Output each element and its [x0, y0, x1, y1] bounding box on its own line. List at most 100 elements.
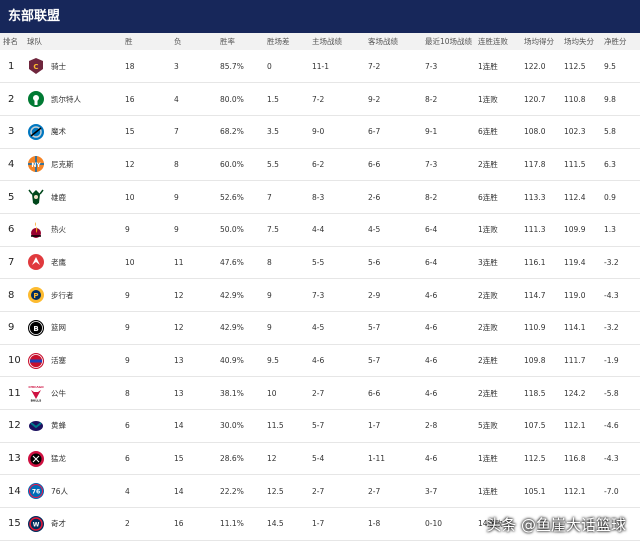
team-cell[interactable]: W 奇才 [27, 508, 125, 541]
table-row[interactable]: 2 凯尔特人 16 4 80.0% 1.5 7-2 9-2 8-2 1连败 120.7 110.8 9.… [0, 83, 640, 116]
oppg-cell: 111.7 [564, 356, 586, 366]
rank-cell: 9 [8, 322, 15, 334]
team-cell[interactable]: P 步行者 [27, 279, 125, 312]
games-behind-cell: 1.5 [267, 94, 279, 104]
table-row[interactable]: 4 NY 尼克斯 12 8 60.0% 5.5 6-2 6-6 7-3 2连胜 117.8 111.5 6… [0, 148, 640, 181]
table-row[interactable]: 14 76 76人 4 14 22.2% 12.5 2-7 2-7 3-7 1连胜 105.1 112.… [0, 475, 640, 508]
team-cell[interactable]: 活塞 [27, 344, 125, 377]
home-record-cell: 6-2 [312, 159, 325, 169]
streak-cell: 5连败 [478, 421, 498, 431]
team-cell[interactable]: B 篮网 [27, 312, 125, 345]
streak-cell: 6连胜 [478, 192, 498, 202]
last10-cell: 4-6 [425, 454, 438, 464]
streak-cell: 2连败 [478, 323, 498, 333]
diff-cell: -5.8 [604, 388, 619, 398]
streak-cell: 2连胜 [478, 159, 498, 169]
table-row[interactable]: 6 热火 9 9 50.0% 7.5 4-4 4-5 6-4 1连败 111.3 109.9 1.3 [0, 213, 640, 247]
table-row[interactable]: 5 雄鹿 10 9 52.6% 7 8-3 2-6 8-2 6连胜 113.3 112.4 0.9 [0, 181, 640, 214]
team-name: 奇才 [51, 519, 66, 529]
home-record-cell: 8-3 [312, 192, 325, 202]
team-name: 魔术 [51, 127, 66, 137]
ppg-cell: 117.8 [524, 159, 546, 169]
col-oppg[interactable]: 场均失分 [564, 33, 604, 50]
col-away-record[interactable]: 客场战绩 [368, 33, 425, 50]
team-name: 雄鹿 [51, 192, 66, 202]
col-rank[interactable]: 排名 [0, 33, 27, 50]
col-streak[interactable]: 连胜连败 [478, 33, 524, 50]
win-pct-cell: 50.0% [220, 225, 244, 235]
games-behind-cell: 9 [267, 290, 272, 300]
last10-cell: 6-4 [425, 225, 438, 235]
win-pct-cell: 30.0% [220, 421, 244, 431]
team-cell[interactable]: NY 尼克斯 [27, 148, 125, 181]
team-cell[interactable]: CHICAGO BULLS 公牛 [27, 377, 125, 410]
ppg-cell: 111.3 [524, 225, 546, 235]
col-team[interactable]: 球队 [27, 33, 125, 50]
win-pct-cell: 47.6% [220, 257, 244, 267]
table-row[interactable]: 13 猛龙 6 15 28.6% 12 5-4 1-11 4-6 1连胜 112.5 116.8 -4.… [0, 442, 640, 475]
team-cell[interactable]: 猛龙 [27, 442, 125, 475]
oppg-cell: 114.1 [564, 323, 586, 333]
table-row[interactable]: 8 P 步行者 9 12 42.9% 9 7-3 2-9 4-6 2连败 114.7 119.0 -4.3 [0, 279, 640, 312]
team-cell[interactable]: 老鹰 [27, 246, 125, 279]
col-ppg[interactable]: 场均得分 [524, 33, 564, 50]
table-row[interactable]: 9 B 篮网 9 12 42.9% 9 4-5 5-7 4-6 2连败 110.9 114.1 -3.2 [0, 312, 640, 345]
table-row[interactable]: 11 CHICAGO BULLS 公牛 8 13 38.1% 10 2-7 6-6 4-6 2连胜 11… [0, 377, 640, 410]
win-pct-cell: 42.9% [220, 323, 244, 333]
home-record-cell: 4-4 [312, 225, 325, 235]
rank-cell: 12 [8, 420, 21, 432]
col-win-pct[interactable]: 胜率 [220, 33, 267, 50]
ppg-cell: 113.3 [524, 192, 546, 202]
streak-cell: 1连败 [478, 94, 498, 104]
team-cell[interactable]: C 骑士 [27, 50, 125, 83]
wins-cell: 10 [125, 257, 135, 267]
table-row[interactable]: 1 C 骑士 18 3 85.7% 0 11-1 7-2 7-3 1连胜 122.0 112.5 9.5 [0, 50, 640, 83]
team-name: 凯尔特人 [51, 94, 81, 104]
win-pct-cell: 68.2% [220, 127, 244, 137]
diff-cell: 1.3 [604, 225, 616, 235]
table-row[interactable]: 3 魔术 15 7 68.2% 3.5 9-0 6-7 9-1 6连胜 108.0 102.3 5.8 [0, 115, 640, 149]
svg-text:W: W [33, 521, 40, 528]
away-record-cell: 9-2 [368, 94, 381, 104]
rank-cell: 11 [8, 387, 21, 399]
team-cell[interactable]: 76 76人 [27, 475, 125, 508]
oppg-cell: 109.9 [564, 225, 586, 235]
away-record-cell: 7-2 [368, 61, 381, 71]
col-home-record[interactable]: 主场战绩 [312, 33, 368, 50]
games-behind-cell: 7.5 [267, 225, 279, 235]
col-losses[interactable]: 负 [174, 33, 220, 50]
losses-cell: 8 [174, 159, 179, 169]
ppg-cell: 109.8 [524, 356, 546, 366]
wins-cell: 2 [125, 519, 130, 529]
games-behind-cell: 8 [267, 257, 272, 267]
streak-cell: 1连胜 [478, 486, 498, 496]
team-name: 篮网 [51, 323, 66, 333]
table-row[interactable]: 10 活塞 9 13 40.9% 9.5 4-6 5-7 4-6 2连胜 109.8 111.7 -1.… [0, 344, 640, 377]
home-record-cell: 5-7 [312, 421, 325, 431]
col-wins[interactable]: 胜 [125, 33, 174, 50]
diff-cell: -7.0 [604, 486, 619, 496]
col-last10[interactable]: 最近10场战绩 [425, 33, 478, 50]
col-diff[interactable]: 净胜分 [604, 33, 640, 50]
team-name: 猛龙 [51, 454, 66, 464]
table-row[interactable]: 12 黄蜂 6 14 30.0% 11.5 5-7 1-7 2-8 5连败 107.5 112.1 -4… [0, 410, 640, 443]
col-games-behind[interactable]: 胜场差 [267, 33, 312, 50]
team-cell[interactable]: 魔术 [27, 115, 125, 148]
team-cell[interactable]: 黄蜂 [27, 410, 125, 443]
oppg-cell: 112.5 [564, 61, 586, 71]
team-cell[interactable]: 雄鹿 [27, 181, 125, 214]
watermark: 头条 @鱼崖大话篮球 [486, 516, 626, 534]
losses-cell: 14 [174, 421, 184, 431]
table-row[interactable]: 7 老鹰 10 11 47.6% 8 5-5 5-6 6-4 3连胜 116.1 119.4 -3.2 [0, 246, 640, 279]
games-behind-cell: 9.5 [267, 356, 279, 366]
wins-cell: 9 [125, 225, 130, 235]
rank-cell: 2 [8, 93, 15, 105]
streak-cell: 2连败 [478, 290, 498, 300]
svg-text:P: P [33, 292, 38, 300]
oppg-cell: 124.2 [564, 388, 586, 398]
home-record-cell: 4-6 [312, 356, 325, 366]
team-cell[interactable]: 热火 [27, 213, 125, 246]
team-cell[interactable]: 凯尔特人 [27, 83, 125, 116]
last10-cell: 3-7 [425, 486, 438, 496]
raptors-logo-icon [28, 450, 44, 467]
